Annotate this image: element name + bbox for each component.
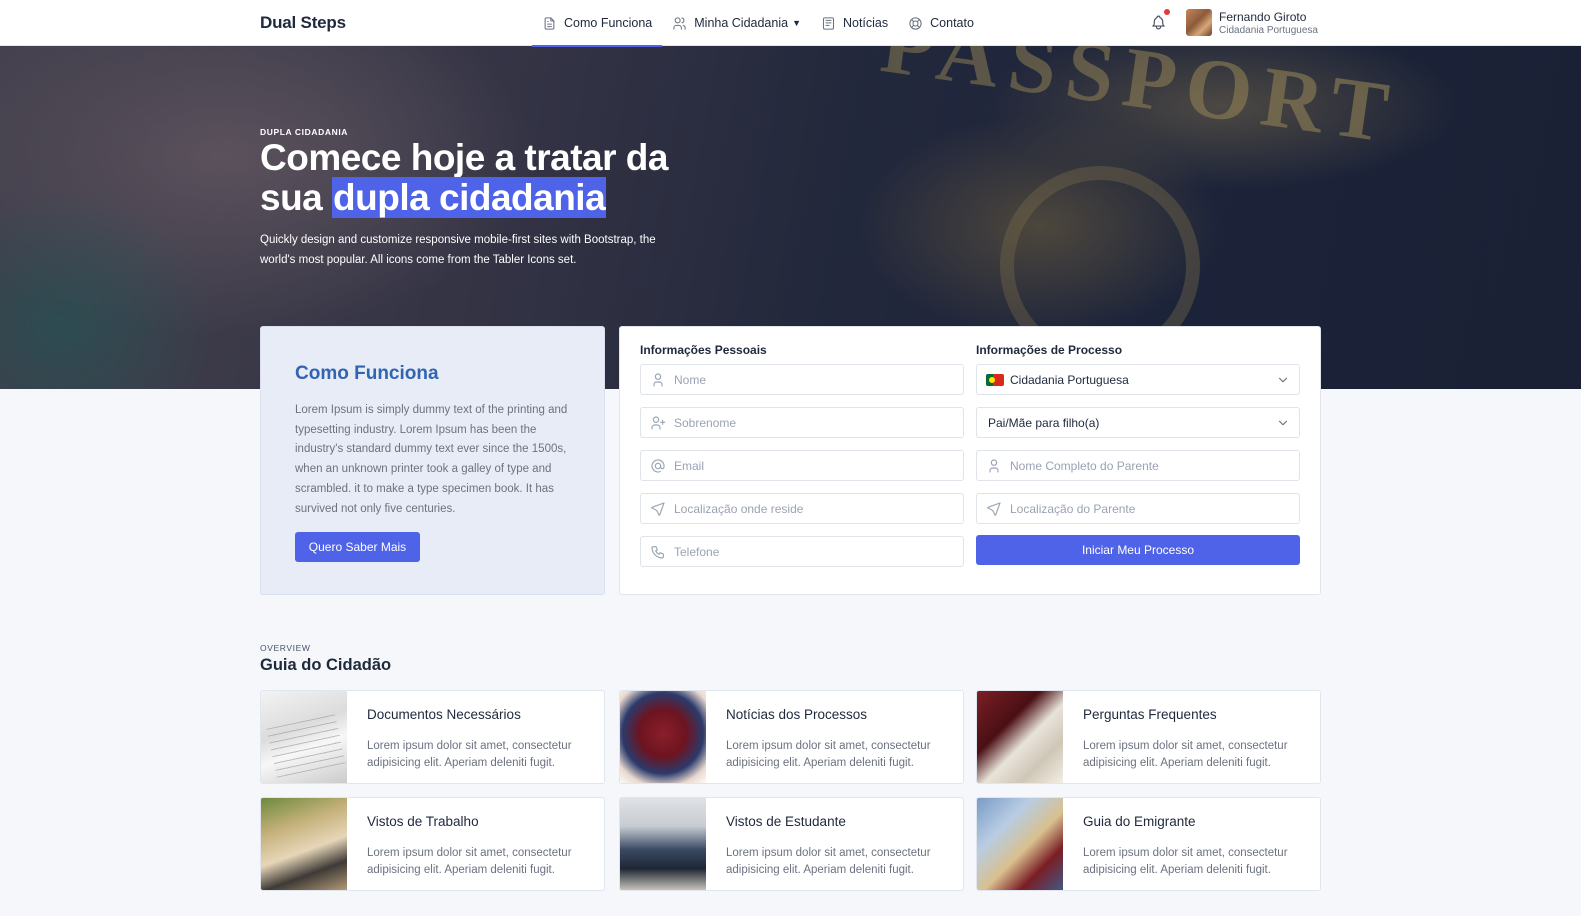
guide-card-emigrante[interactable]: Guia do Emigrante Lorem ipsum dolor sit … <box>976 797 1321 891</box>
student-visa-image <box>620 798 706 890</box>
guide-card-title: Notícias dos Processos <box>726 707 868 722</box>
chevron-down-icon <box>1278 377 1288 383</box>
residence-location-placeholder: Localização onde reside <box>674 501 804 516</box>
personal-info-heading: Informações Pessoais <box>640 343 767 357</box>
nav-item-label: Minha Cidadania <box>694 16 789 30</box>
process-form-card: Informações Pessoais Informações de Proc… <box>619 326 1321 595</box>
user-icon <box>653 373 663 387</box>
first-name-placeholder: Nome <box>674 372 707 387</box>
user-plus-icon <box>651 416 666 430</box>
work-visa-image <box>261 798 347 890</box>
notification-badge <box>1164 9 1170 15</box>
parent-location-placeholder: Localização do Parente <box>1010 501 1136 516</box>
send-icon <box>987 502 1001 516</box>
hero-title-highlight: dupla cidadania <box>332 177 607 218</box>
file-text-icon <box>544 16 555 30</box>
lifebuoy-icon <box>909 16 922 30</box>
parent-name-placeholder: Nome Completo do Parente <box>1010 458 1159 473</box>
emigrant-map-image <box>977 798 1063 890</box>
guide-card-vistos-trabalho[interactable]: Vistos de Trabalho Lorem ipsum dolor sit… <box>260 797 605 891</box>
residence-location-field[interactable]: Localização onde reside <box>640 493 964 524</box>
guide-card-title: Guia do Emigrante <box>1083 814 1196 829</box>
chevron-down-icon <box>1278 420 1288 426</box>
last-name-placeholder: Sobrenome <box>674 415 737 430</box>
hero-title: Comece hoje a tratar da sua dupla cidada… <box>260 138 720 218</box>
nav-item-contato[interactable]: Contato <box>898 0 984 46</box>
nav-item-label: Notícias <box>842 16 889 30</box>
user-role: Cidadania Portuguesa <box>1219 25 1318 36</box>
how-it-works-title: Como Funciona <box>295 363 439 384</box>
start-process-button[interactable]: Iniciar Meu Processo <box>976 535 1300 565</box>
guide-card-text: Lorem ipsum dolor sit amet, consectetur … <box>726 847 931 876</box>
guide-card-title: Perguntas Frequentes <box>1083 707 1217 722</box>
guide-card-title: Vistos de Trabalho <box>367 814 479 829</box>
how-it-works-card: Como Funciona Lorem Ipsum is simply dumm… <box>260 326 605 595</box>
portugal-flag-icon <box>986 374 1004 386</box>
guide-card-text: Lorem ipsum dolor sit amet, consectetur … <box>726 740 931 769</box>
news-icon <box>822 16 835 30</box>
hero-subtitle: Quickly design and customize responsive … <box>260 234 656 266</box>
learn-more-button[interactable]: Quero Saber Mais <box>295 532 420 562</box>
at-icon <box>651 459 665 473</box>
top-navbar: Dual Steps Como Funciona Minha Cidadania… <box>0 0 1581 47</box>
parent-name-field[interactable]: Nome Completo do Parente <box>976 450 1300 481</box>
main-nav: Como Funciona Minha Cidadania ▼ Notícias… <box>532 0 984 47</box>
phone-field[interactable]: Telefone <box>640 536 964 567</box>
passport-tickets-image <box>977 691 1063 783</box>
user-icon <box>989 459 999 473</box>
nav-item-noticias[interactable]: Notícias <box>811 0 898 46</box>
send-icon <box>651 502 665 516</box>
process-info-heading: Informações de Processo <box>976 343 1123 357</box>
email-placeholder: Email <box>674 458 705 473</box>
first-name-field[interactable]: Nome <box>640 364 964 395</box>
passports-image <box>620 691 706 783</box>
guide-card-text: Lorem ipsum dolor sit amet, consectetur … <box>367 847 572 876</box>
documents-image <box>261 691 347 783</box>
phone-placeholder: Telefone <box>674 544 720 559</box>
relation-select-value: Pai/Mãe para filho(a) <box>988 415 1100 430</box>
avatar[interactable] <box>1186 9 1212 36</box>
bell-icon[interactable] <box>1150 14 1167 31</box>
caret-down-icon: ▼ <box>792 18 801 28</box>
brand-logo[interactable]: Dual Steps <box>260 13 346 33</box>
nav-item-label: Como Funciona <box>564 16 653 30</box>
last-name-field[interactable]: Sobrenome <box>640 407 964 438</box>
user-name[interactable]: Fernando Giroto <box>1219 10 1306 24</box>
guide-card-perguntas[interactable]: Perguntas Frequentes Lorem ipsum dolor s… <box>976 690 1321 784</box>
hero-pretitle: DUPLA CIDADANIA <box>260 127 349 137</box>
guide-card-text: Lorem ipsum dolor sit amet, consectetur … <box>1083 847 1288 876</box>
guide-card-noticias[interactable]: Notícias dos Processos Lorem ipsum dolor… <box>619 690 964 784</box>
citizenship-select[interactable]: Cidadania Portuguesa <box>976 364 1300 395</box>
relation-select[interactable]: Pai/Mãe para filho(a) <box>976 407 1300 438</box>
users-icon <box>673 16 686 30</box>
guide-card-text: Lorem ipsum dolor sit amet, consectetur … <box>1083 740 1288 769</box>
guide-card-vistos-estudante[interactable]: Vistos de Estudante Lorem ipsum dolor si… <box>619 797 964 891</box>
email-field[interactable]: Email <box>640 450 964 481</box>
nav-item-label: Contato <box>930 16 974 30</box>
citizenship-select-value: Cidadania Portuguesa <box>1010 372 1129 387</box>
phone-icon <box>651 546 664 559</box>
overview-title: Guia do Cidadão <box>260 656 392 674</box>
overview-pretitle: OVERVIEW <box>260 643 311 653</box>
nav-item-minha-cidadania[interactable]: Minha Cidadania ▼ <box>662 0 811 46</box>
nav-item-como-funciona[interactable]: Como Funciona <box>532 0 663 47</box>
how-it-works-text: Lorem Ipsum is simply dummy text of the … <box>295 404 568 515</box>
guide-card-title: Documentos Necessários <box>367 707 521 722</box>
guide-card-text: Lorem ipsum dolor sit amet, consectetur … <box>367 740 572 769</box>
guide-card-title: Vistos de Estudante <box>726 814 846 829</box>
guide-card-documentos[interactable]: Documentos Necessários Lorem ipsum dolor… <box>260 690 605 784</box>
parent-location-field[interactable]: Localização do Parente <box>976 493 1300 524</box>
